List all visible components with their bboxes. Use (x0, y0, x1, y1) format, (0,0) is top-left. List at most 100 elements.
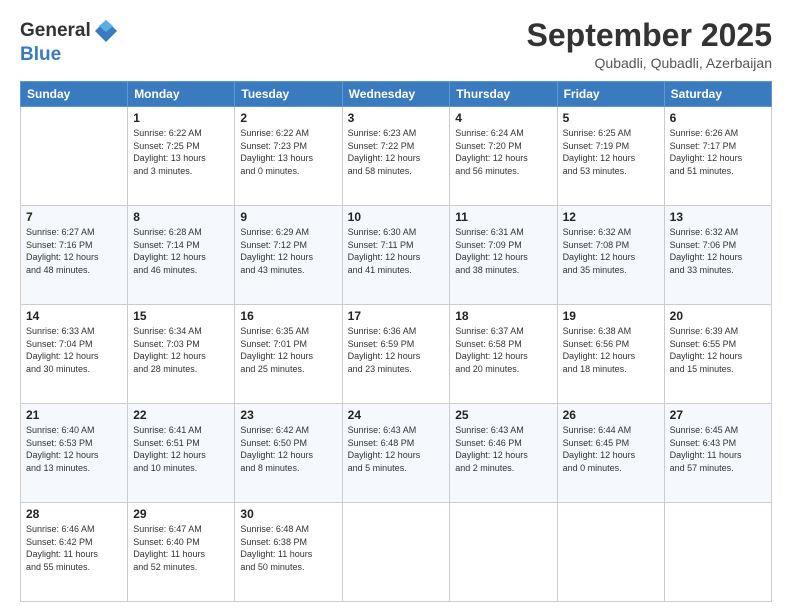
day-number: 20 (670, 309, 766, 323)
day-info: Sunrise: 6:40 AM Sunset: 6:53 PM Dayligh… (26, 424, 122, 474)
day-number: 17 (348, 309, 445, 323)
col-saturday: Saturday (664, 82, 771, 107)
day-number: 2 (240, 111, 336, 125)
day-number: 6 (670, 111, 766, 125)
table-row: 17Sunrise: 6:36 AM Sunset: 6:59 PM Dayli… (342, 305, 450, 404)
table-row: 30Sunrise: 6:48 AM Sunset: 6:38 PM Dayli… (235, 503, 342, 602)
calendar-table: Sunday Monday Tuesday Wednesday Thursday… (20, 81, 772, 602)
day-info: Sunrise: 6:29 AM Sunset: 7:12 PM Dayligh… (240, 226, 336, 276)
day-info: Sunrise: 6:33 AM Sunset: 7:04 PM Dayligh… (26, 325, 122, 375)
table-row: 12Sunrise: 6:32 AM Sunset: 7:08 PM Dayli… (557, 206, 664, 305)
day-info: Sunrise: 6:32 AM Sunset: 7:08 PM Dayligh… (563, 226, 659, 276)
day-number: 7 (26, 210, 122, 224)
day-number: 22 (133, 408, 229, 422)
calendar-week-row: 14 Sunrise: 6:33 AM Sunset: 7:04 PM Dayli… (21, 305, 772, 404)
table-row: 10 Sunrise: 6:30 AM Sunset: 7:11 PM Dayli… (342, 206, 450, 305)
table-row: 23Sunrise: 6:42 AM Sunset: 6:50 PM Dayli… (235, 404, 342, 503)
table-row: 22 Sunrise: 6:41 AM Sunset: 6:51 PM Dayli… (128, 404, 235, 503)
table-row: 3 Sunrise: 6:23 AM Sunset: 7:22 PM Daylig… (342, 107, 450, 206)
day-info: Sunrise: 6:47 AM Sunset: 6:40 PM Dayligh… (133, 523, 229, 573)
day-info: Sunrise: 6:31 AM Sunset: 7:09 PM Dayligh… (455, 226, 551, 276)
day-number: 1 (133, 111, 229, 125)
day-number: 11 (455, 210, 551, 224)
logo-icon (93, 18, 119, 44)
logo: General Blue (20, 18, 119, 66)
day-info: Sunrise: 6:43 AM Sunset: 6:46 PM Dayligh… (455, 424, 551, 474)
day-info: Sunrise: 6:30 AM Sunset: 7:11 PM Dayligh… (348, 226, 445, 276)
calendar-week-row: 21 Sunrise: 6:40 AM Sunset: 6:53 PM Dayli… (21, 404, 772, 503)
location-subtitle: Qubadli, Qubadli, Azerbaijan (527, 55, 772, 71)
day-info: Sunrise: 6:44 AM Sunset: 6:45 PM Dayligh… (563, 424, 659, 474)
day-number: 15 (133, 309, 229, 323)
col-monday: Monday (128, 82, 235, 107)
table-row: 26 Sunrise: 6:44 AM Sunset: 6:45 PM Dayli… (557, 404, 664, 503)
day-number: 13 (670, 210, 766, 224)
day-number: 10 (348, 210, 445, 224)
table-row: 19 Sunrise: 6:38 AM Sunset: 6:56 PM Dayli… (557, 305, 664, 404)
day-info: Sunrise: 6:38 AM Sunset: 6:56 PM Dayligh… (563, 325, 659, 375)
day-info: Sunrise: 6:32 AM Sunset: 7:06 PM Dayligh… (670, 226, 766, 276)
table-row: 20 Sunrise: 6:39 AM Sunset: 6:55 PM Dayli… (664, 305, 771, 404)
day-info: Sunrise: 6:24 AM Sunset: 7:20 PM Dayligh… (455, 127, 551, 177)
calendar-week-row: 7Sunrise: 6:27 AM Sunset: 7:16 PM Daylig… (21, 206, 772, 305)
day-info: Sunrise: 6:37 AM Sunset: 6:58 PM Dayligh… (455, 325, 551, 375)
day-number: 18 (455, 309, 551, 323)
table-row (557, 503, 664, 602)
table-row: 4 Sunrise: 6:24 AM Sunset: 7:20 PM Daylig… (450, 107, 557, 206)
table-row (342, 503, 450, 602)
day-info: Sunrise: 6:39 AM Sunset: 6:55 PM Dayligh… (670, 325, 766, 375)
day-info: Sunrise: 6:22 AM Sunset: 7:23 PM Dayligh… (240, 127, 336, 177)
day-info: Sunrise: 6:26 AM Sunset: 7:17 PM Dayligh… (670, 127, 766, 177)
col-wednesday: Wednesday (342, 82, 450, 107)
table-row (21, 107, 128, 206)
day-number: 28 (26, 507, 122, 521)
day-info: Sunrise: 6:22 AM Sunset: 7:25 PM Dayligh… (133, 127, 229, 177)
calendar-week-row: 1 Sunrise: 6:22 AM Sunset: 7:25 PM Daylig… (21, 107, 772, 206)
day-info: Sunrise: 6:41 AM Sunset: 6:51 PM Dayligh… (133, 424, 229, 474)
logo-blue: Blue (20, 44, 119, 66)
day-info: Sunrise: 6:46 AM Sunset: 6:42 PM Dayligh… (26, 523, 122, 573)
day-number: 27 (670, 408, 766, 422)
table-row: 2 Sunrise: 6:22 AM Sunset: 7:23 PM Daylig… (235, 107, 342, 206)
table-row: 16Sunrise: 6:35 AM Sunset: 7:01 PM Dayli… (235, 305, 342, 404)
day-number: 19 (563, 309, 659, 323)
table-row: 29Sunrise: 6:47 AM Sunset: 6:40 PM Dayli… (128, 503, 235, 602)
day-number: 9 (240, 210, 336, 224)
day-number: 26 (563, 408, 659, 422)
day-number: 8 (133, 210, 229, 224)
day-info: Sunrise: 6:23 AM Sunset: 7:22 PM Dayligh… (348, 127, 445, 177)
table-row (664, 503, 771, 602)
day-number: 23 (240, 408, 336, 422)
day-info: Sunrise: 6:28 AM Sunset: 7:14 PM Dayligh… (133, 226, 229, 276)
col-friday: Friday (557, 82, 664, 107)
table-row: 15 Sunrise: 6:34 AM Sunset: 7:03 PM Dayli… (128, 305, 235, 404)
table-row: 24Sunrise: 6:43 AM Sunset: 6:48 PM Dayli… (342, 404, 450, 503)
table-row: 7Sunrise: 6:27 AM Sunset: 7:16 PM Daylig… (21, 206, 128, 305)
day-number: 21 (26, 408, 122, 422)
day-info: Sunrise: 6:34 AM Sunset: 7:03 PM Dayligh… (133, 325, 229, 375)
day-number: 5 (563, 111, 659, 125)
table-row: 13 Sunrise: 6:32 AM Sunset: 7:06 PM Dayli… (664, 206, 771, 305)
day-info: Sunrise: 6:35 AM Sunset: 7:01 PM Dayligh… (240, 325, 336, 375)
table-row: 9 Sunrise: 6:29 AM Sunset: 7:12 PM Daylig… (235, 206, 342, 305)
table-row: 18 Sunrise: 6:37 AM Sunset: 6:58 PM Dayli… (450, 305, 557, 404)
day-info: Sunrise: 6:48 AM Sunset: 6:38 PM Dayligh… (240, 523, 336, 573)
day-number: 4 (455, 111, 551, 125)
table-row: 27 Sunrise: 6:45 AM Sunset: 6:43 PM Dayli… (664, 404, 771, 503)
day-number: 3 (348, 111, 445, 125)
col-thursday: Thursday (450, 82, 557, 107)
page-header: General Blue September 2025 Qubadli, Qub… (20, 18, 772, 71)
month-title: September 2025 (527, 18, 772, 53)
col-tuesday: Tuesday (235, 82, 342, 107)
calendar-week-row: 28 Sunrise: 6:46 AM Sunset: 6:42 PM Dayli… (21, 503, 772, 602)
table-row: 14 Sunrise: 6:33 AM Sunset: 7:04 PM Dayli… (21, 305, 128, 404)
day-info: Sunrise: 6:45 AM Sunset: 6:43 PM Dayligh… (670, 424, 766, 474)
day-number: 14 (26, 309, 122, 323)
day-info: Sunrise: 6:25 AM Sunset: 7:19 PM Dayligh… (563, 127, 659, 177)
day-number: 24 (348, 408, 445, 422)
table-row (450, 503, 557, 602)
col-sunday: Sunday (21, 82, 128, 107)
table-row: 5 Sunrise: 6:25 AM Sunset: 7:19 PM Daylig… (557, 107, 664, 206)
table-row: 1 Sunrise: 6:22 AM Sunset: 7:25 PM Daylig… (128, 107, 235, 206)
table-row: 28 Sunrise: 6:46 AM Sunset: 6:42 PM Dayli… (21, 503, 128, 602)
